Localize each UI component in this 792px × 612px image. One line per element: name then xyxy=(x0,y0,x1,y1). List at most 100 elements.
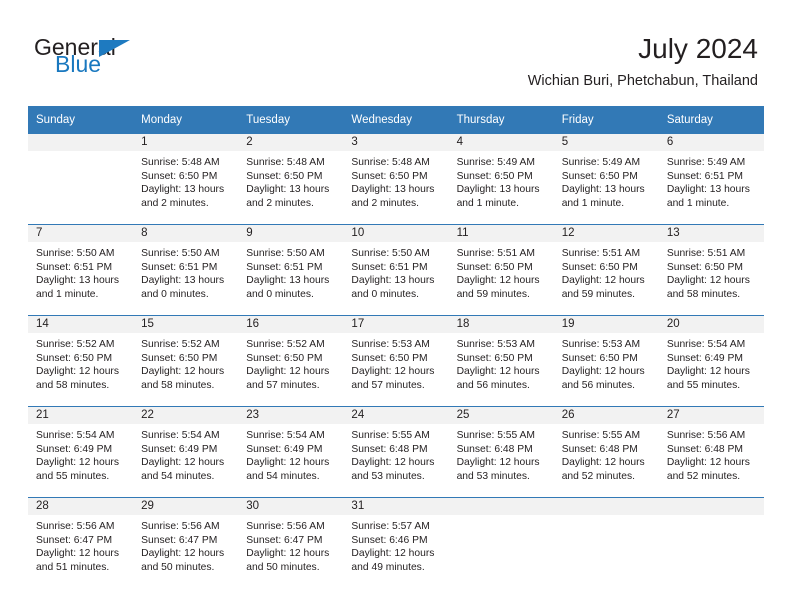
calendar-day-cell[interactable]: 26 Sunrise: 5:55 AM Sunset: 6:48 PM Dayligh… xyxy=(553,406,659,498)
calendar-day-cell[interactable]: 14 Sunrise: 5:52 AM Sunset: 6:50 PM Dayligh… xyxy=(28,315,134,407)
daylight-text-line1: Daylight: 12 hours xyxy=(351,457,435,469)
day-cell-details: Sunrise: 5:52 AM Sunset: 6:50 PM Daylight:… xyxy=(133,333,238,392)
sunrise-text: Sunrise: 5:49 AM xyxy=(456,157,535,168)
sunset-text: Sunset: 6:50 PM xyxy=(561,352,638,364)
daylight-text-line1: Daylight: 12 hours xyxy=(246,366,330,378)
sunset-text: Sunset: 6:50 PM xyxy=(36,352,113,364)
day-number: 2 xyxy=(238,134,344,151)
calendar-day-cell[interactable]: 11 Sunrise: 5:51 AM Sunset: 6:50 PM Dayligh… xyxy=(448,224,554,316)
calendar-day-cell[interactable]: 5 Sunrise: 5:49 AM Sunset: 6:50 PM Daylight… xyxy=(553,134,659,225)
calendar-day-cell-empty xyxy=(658,497,764,588)
day-cell-details: Sunrise: 5:55 AM Sunset: 6:48 PM Daylight:… xyxy=(554,424,659,483)
daylight-text-line1: Daylight: 12 hours xyxy=(246,548,330,560)
calendar-day-cell[interactable]: 22 Sunrise: 5:54 AM Sunset: 6:49 PM Dayligh… xyxy=(133,406,239,498)
calendar-day-cell[interactable]: 15 Sunrise: 5:52 AM Sunset: 6:50 PM Dayligh… xyxy=(133,315,239,407)
brand-logo[interactable]: General Blue xyxy=(34,36,234,86)
calendar-day-cell[interactable]: 9 Sunrise: 5:50 AM Sunset: 6:51 PM Daylight… xyxy=(238,224,344,316)
calendar-week-row: 14 Sunrise: 5:52 AM Sunset: 6:50 PM Dayligh… xyxy=(28,315,764,407)
weekday-header-wednesday: Wednesday xyxy=(343,106,449,134)
day-cell-details: Sunrise: 5:49 AM Sunset: 6:50 PM Daylight:… xyxy=(449,151,554,210)
calendar-day-cell[interactable]: 8 Sunrise: 5:50 AM Sunset: 6:51 PM Daylight… xyxy=(133,224,239,316)
calendar-day-cell[interactable]: 17 Sunrise: 5:53 AM Sunset: 6:50 PM Dayligh… xyxy=(343,315,449,407)
sunrise-text: Sunrise: 5:54 AM xyxy=(666,339,746,350)
calendar-day-cell[interactable]: 24 Sunrise: 5:55 AM Sunset: 6:48 PM Dayligh… xyxy=(343,406,449,498)
calendar-day-cell[interactable]: 16 Sunrise: 5:52 AM Sunset: 6:50 PM Dayligh… xyxy=(238,315,344,407)
daylight-text-line1: Daylight: 13 hours xyxy=(351,275,435,287)
calendar-week-row: 7 Sunrise: 5:50 AM Sunset: 6:51 PM Daylight… xyxy=(28,224,764,316)
day-cell-inner: 19 Sunrise: 5:53 AM Sunset: 6:50 PM Dayligh… xyxy=(553,316,659,406)
sunrise-text: Sunrise: 5:52 AM xyxy=(36,339,115,350)
calendar-day-cell[interactable]: 31 Sunrise: 5:57 AM Sunset: 6:46 PM Dayligh… xyxy=(343,497,449,588)
day-cell-details: Sunrise: 5:56 AM Sunset: 6:47 PM Daylight:… xyxy=(133,515,238,574)
day-cell-details: Sunrise: 5:53 AM Sunset: 6:50 PM Daylight:… xyxy=(343,333,448,392)
calendar-day-cell[interactable]: 7 Sunrise: 5:50 AM Sunset: 6:51 PM Daylight… xyxy=(28,224,134,316)
calendar-day-cell[interactable]: 19 Sunrise: 5:53 AM Sunset: 6:50 PM Dayligh… xyxy=(553,315,659,407)
sunrise-text: Sunrise: 5:55 AM xyxy=(561,430,641,441)
calendar-day-cell[interactable]: 1 Sunrise: 5:48 AM Sunset: 6:50 PM Daylight… xyxy=(133,134,239,225)
day-number: 13 xyxy=(658,225,764,242)
daylight-text-line2: and 58 minutes. xyxy=(666,288,741,300)
calendar-day-cell[interactable]: 4 Sunrise: 5:49 AM Sunset: 6:50 PM Daylight… xyxy=(448,134,554,225)
daylight-text-line1: Daylight: 12 hours xyxy=(456,275,540,287)
calendar-day-cell[interactable]: 25 Sunrise: 5:55 AM Sunset: 6:48 PM Dayligh… xyxy=(448,406,554,498)
calendar-day-cell[interactable]: 2 Sunrise: 5:48 AM Sunset: 6:50 PM Daylight… xyxy=(238,134,344,225)
day-cell-details: Sunrise: 5:54 AM Sunset: 6:49 PM Daylight:… xyxy=(28,424,133,483)
day-number: 16 xyxy=(238,316,344,333)
day-number xyxy=(28,134,134,151)
daylight-text-line1: Daylight: 12 hours xyxy=(351,548,435,560)
daylight-text-line1: Daylight: 12 hours xyxy=(561,457,645,469)
title-block: July 2024 Wichian Buri, Phetchabun, Thai… xyxy=(528,32,758,90)
daylight-text-line2: and 56 minutes. xyxy=(456,379,530,391)
calendar-day-cell[interactable]: 21 Sunrise: 5:54 AM Sunset: 6:49 PM Dayligh… xyxy=(28,406,134,498)
sunset-text: Sunset: 6:51 PM xyxy=(141,261,218,273)
calendar-day-cell[interactable]: 20 Sunrise: 5:54 AM Sunset: 6:49 PM Dayligh… xyxy=(658,315,764,407)
daylight-text-line1: Daylight: 12 hours xyxy=(666,275,750,287)
calendar-day-cell[interactable]: 12 Sunrise: 5:51 AM Sunset: 6:50 PM Dayligh… xyxy=(553,224,659,316)
calendar-day-cell[interactable]: 10 Sunrise: 5:50 AM Sunset: 6:51 PM Dayligh… xyxy=(343,224,449,316)
day-number: 22 xyxy=(133,407,239,424)
daylight-text-line1: Daylight: 12 hours xyxy=(36,457,119,469)
day-cell-inner: 2 Sunrise: 5:48 AM Sunset: 6:50 PM Daylight… xyxy=(238,134,344,224)
sunrise-text: Sunrise: 5:48 AM xyxy=(246,157,325,168)
calendar-day-cell[interactable]: 6 Sunrise: 5:49 AM Sunset: 6:51 PM Daylight… xyxy=(658,134,764,225)
daylight-text-line1: Daylight: 13 hours xyxy=(246,184,330,196)
day-number xyxy=(658,498,764,515)
calendar-day-cell[interactable]: 27 Sunrise: 5:56 AM Sunset: 6:48 PM Dayligh… xyxy=(658,406,764,498)
day-number: 23 xyxy=(238,407,344,424)
calendar-day-cell-empty xyxy=(448,497,554,588)
daylight-text-line1: Daylight: 13 hours xyxy=(456,184,540,196)
calendar-day-cell[interactable]: 23 Sunrise: 5:54 AM Sunset: 6:49 PM Dayligh… xyxy=(238,406,344,498)
day-number: 26 xyxy=(553,407,659,424)
sunset-text: Sunset: 6:46 PM xyxy=(351,534,428,546)
day-number: 18 xyxy=(448,316,554,333)
day-number: 3 xyxy=(343,134,449,151)
daylight-text-line2: and 54 minutes. xyxy=(246,470,320,482)
weekday-header-thursday: Thursday xyxy=(448,106,554,134)
daylight-text-line2: and 55 minutes. xyxy=(666,379,741,391)
calendar-day-cell[interactable]: 13 Sunrise: 5:51 AM Sunset: 6:50 PM Dayligh… xyxy=(658,224,764,316)
daylight-text-line1: Daylight: 12 hours xyxy=(141,548,225,560)
calendar-day-cell[interactable]: 29 Sunrise: 5:56 AM Sunset: 6:47 PM Dayligh… xyxy=(133,497,239,588)
daylight-text-line2: and 50 minutes. xyxy=(246,561,320,573)
day-number xyxy=(448,498,554,515)
sunrise-text: Sunrise: 5:54 AM xyxy=(246,430,325,441)
sunset-text: Sunset: 6:48 PM xyxy=(666,443,743,455)
day-cell-inner: 9 Sunrise: 5:50 AM Sunset: 6:51 PM Daylight… xyxy=(238,225,344,315)
day-number: 17 xyxy=(343,316,449,333)
day-cell-inner: 21 Sunrise: 5:54 AM Sunset: 6:49 PM Dayligh… xyxy=(28,407,134,497)
daylight-text-line2: and 54 minutes. xyxy=(141,470,215,482)
day-cell-inner: 26 Sunrise: 5:55 AM Sunset: 6:48 PM Dayligh… xyxy=(553,407,659,497)
calendar-day-cell[interactable]: 18 Sunrise: 5:53 AM Sunset: 6:50 PM Dayligh… xyxy=(448,315,554,407)
triangle-flag-icon xyxy=(99,40,130,57)
daylight-text-line1: Daylight: 13 hours xyxy=(36,275,119,287)
day-cell-details: Sunrise: 5:50 AM Sunset: 6:51 PM Daylight:… xyxy=(343,242,448,301)
calendar-week-row: 21 Sunrise: 5:54 AM Sunset: 6:49 PM Dayligh… xyxy=(28,406,764,498)
calendar-day-cell[interactable]: 3 Sunrise: 5:48 AM Sunset: 6:50 PM Daylight… xyxy=(343,134,449,225)
daylight-text-line2: and 58 minutes. xyxy=(141,379,215,391)
calendar-day-cell[interactable]: 30 Sunrise: 5:56 AM Sunset: 6:47 PM Dayligh… xyxy=(238,497,344,588)
sunset-text: Sunset: 6:51 PM xyxy=(36,261,113,273)
calendar-day-cell[interactable]: 28 Sunrise: 5:56 AM Sunset: 6:47 PM Dayligh… xyxy=(28,497,134,588)
day-cell-details xyxy=(449,515,554,520)
day-number: 8 xyxy=(133,225,239,242)
daylight-text-line2: and 56 minutes. xyxy=(561,379,635,391)
